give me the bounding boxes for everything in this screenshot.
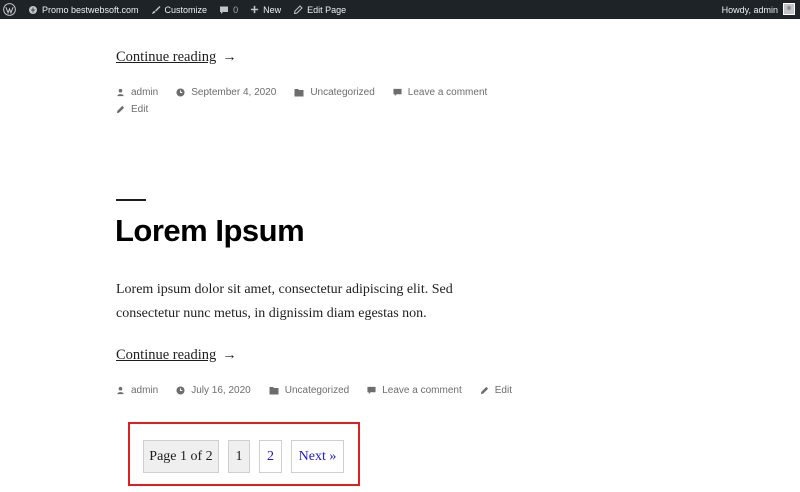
post-excerpt: Lorem ipsum dolor sit amet, consectetur … bbox=[116, 282, 453, 321]
clock-icon bbox=[176, 386, 185, 395]
pagination-current-page: 1 bbox=[228, 440, 250, 473]
admin-bar: Promo bestwebsoft.com Customize 0 New Ed… bbox=[0, 0, 800, 19]
howdy-label: Howdy, admin bbox=[721, 4, 778, 15]
plus-icon bbox=[250, 5, 259, 14]
comment-bubble-icon bbox=[220, 6, 229, 14]
wordpress-icon bbox=[3, 3, 16, 16]
home-icon bbox=[29, 5, 37, 14]
category-link[interactable]: Uncategorized bbox=[285, 385, 349, 396]
continue-reading-label: Continue reading bbox=[116, 347, 217, 363]
new-content-button[interactable]: New bbox=[244, 0, 287, 19]
edit-page-label: Edit Page bbox=[307, 4, 347, 15]
author-link[interactable]: admin bbox=[131, 87, 158, 98]
customize-label: Customize bbox=[164, 4, 208, 15]
pagination-page-2-link[interactable]: 2 bbox=[259, 440, 282, 473]
pencil-icon bbox=[293, 4, 303, 14]
pagination-info: Page 1 of 2 bbox=[143, 440, 219, 473]
leave-comment-link[interactable]: Leave a comment bbox=[408, 87, 488, 98]
customize-button[interactable]: Customize bbox=[145, 0, 214, 19]
pencil-icon bbox=[116, 105, 125, 114]
arrow-right-icon: → bbox=[222, 49, 237, 65]
wordpress-logo-menu[interactable] bbox=[0, 0, 22, 19]
edit-link[interactable]: Edit bbox=[495, 385, 512, 396]
category-link[interactable]: Uncategorized bbox=[310, 87, 374, 98]
edit-link[interactable]: Edit bbox=[131, 104, 148, 115]
comments-button[interactable]: 0 bbox=[213, 0, 244, 19]
post-date-link[interactable]: September 4, 2020 bbox=[191, 87, 276, 98]
comments-count: 0 bbox=[233, 4, 239, 15]
avatar bbox=[783, 3, 795, 15]
continue-reading-link[interactable]: Continue reading → bbox=[116, 49, 237, 66]
edit-page-button[interactable]: Edit Page bbox=[287, 0, 352, 19]
folder-icon bbox=[269, 387, 279, 395]
new-label: New bbox=[263, 4, 282, 15]
paintbrush-icon bbox=[151, 5, 161, 14]
my-account-menu[interactable]: Howdy, admin bbox=[722, 0, 800, 19]
post-divider bbox=[116, 199, 146, 201]
author-link[interactable]: admin bbox=[131, 385, 158, 396]
leave-comment-link[interactable]: Leave a comment bbox=[382, 385, 462, 396]
author-icon bbox=[117, 88, 124, 97]
pencil-icon bbox=[480, 386, 488, 395]
folder-icon bbox=[294, 89, 304, 97]
pagination-next-link[interactable]: Next » bbox=[291, 440, 344, 473]
comment-icon bbox=[367, 386, 376, 395]
post-meta: admin September 4, 2020 Uncategorized Le… bbox=[116, 87, 505, 98]
post-title[interactable]: Lorem Ipsum bbox=[115, 213, 305, 249]
comment-icon bbox=[393, 88, 402, 97]
continue-reading-link[interactable]: Continue reading → bbox=[116, 347, 237, 364]
author-icon bbox=[117, 386, 124, 395]
arrow-right-icon: → bbox=[222, 347, 237, 363]
clock-icon bbox=[176, 88, 185, 97]
post-meta: admin July 16, 2020 Uncategorized Leave … bbox=[116, 385, 530, 396]
post-date-link[interactable]: July 16, 2020 bbox=[191, 385, 251, 396]
site-name-menu[interactable]: Promo bestwebsoft.com bbox=[22, 0, 145, 19]
continue-reading-label: Continue reading bbox=[116, 49, 217, 65]
site-name-label: Promo bestwebsoft.com bbox=[42, 4, 139, 15]
post-meta-edit: Edit bbox=[116, 104, 166, 115]
